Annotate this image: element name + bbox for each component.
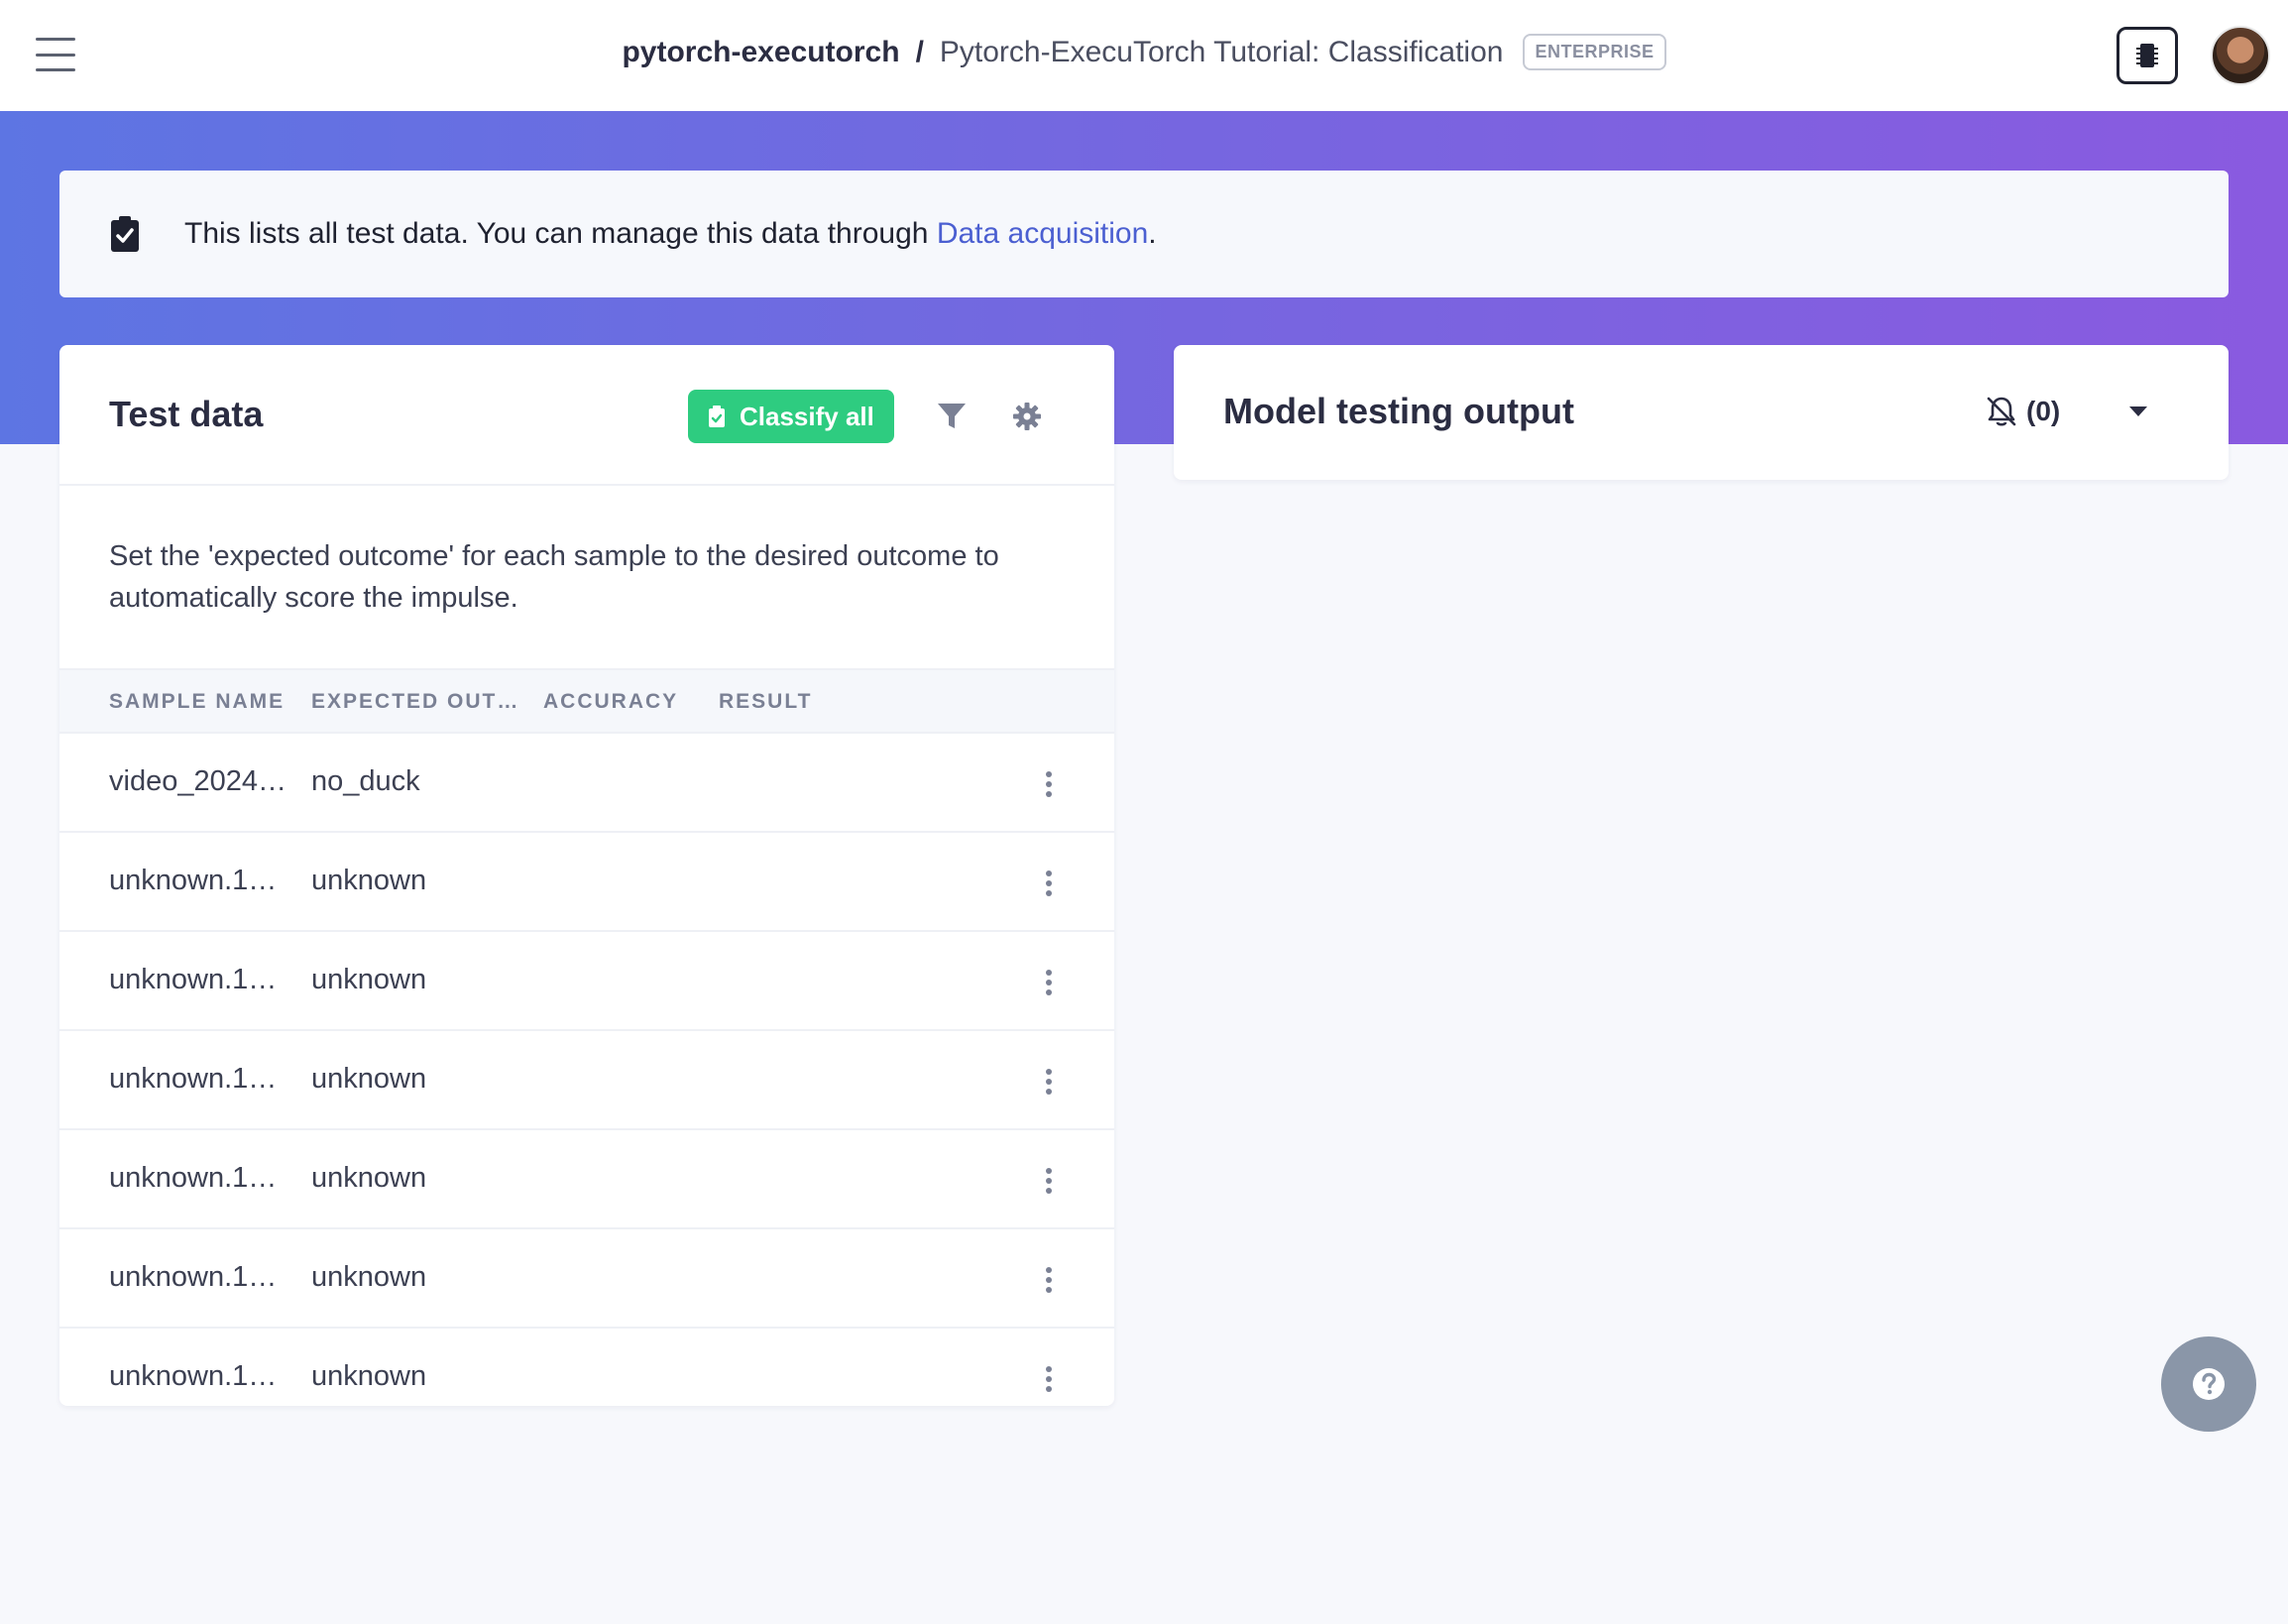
- filter-button[interactable]: [932, 397, 972, 436]
- notification-count: (0): [2026, 396, 2061, 426]
- sample-name: unknown.1…: [109, 1261, 278, 1293]
- table-row[interactable]: unknown.1… unknown: [59, 1229, 1114, 1329]
- more-vertical-icon[interactable]: [1039, 1065, 1059, 1099]
- breadcrumb: pytorch-executorch / Pytorch-ExecuTorch …: [0, 34, 2288, 70]
- test-data-card: Test data Classify all Set the 'expected…: [59, 345, 1114, 1406]
- table-row[interactable]: unknown.1… unknown: [59, 1329, 1114, 1406]
- column-header-sample-name[interactable]: SAMPLE NAME: [109, 690, 285, 714]
- bell-slash-icon: [1987, 397, 2016, 426]
- expected-outcome: unknown: [311, 1162, 427, 1194]
- more-vertical-icon[interactable]: [1039, 767, 1059, 801]
- help-icon: [2193, 1368, 2225, 1400]
- classify-all-label: Classify all: [740, 401, 874, 431]
- table-row[interactable]: unknown.1… unknown: [59, 932, 1114, 1031]
- table-row[interactable]: unknown.1… unknown: [59, 833, 1114, 932]
- model-testing-output-card: Model testing output (0): [1174, 345, 2229, 480]
- classify-all-button[interactable]: Classify all: [688, 390, 894, 443]
- sample-name: unknown.1…: [109, 1063, 278, 1095]
- filter-icon: [938, 404, 966, 428]
- help-button[interactable]: [2161, 1336, 2256, 1432]
- page-title: Pytorch-ExecuTorch Tutorial: Classificat…: [939, 35, 1504, 68]
- settings-button[interactable]: [1007, 397, 1047, 436]
- more-vertical-icon[interactable]: [1039, 966, 1059, 999]
- test-data-header: Test data Classify all: [59, 345, 1114, 486]
- enterprise-badge: ENTERPRISE: [1523, 34, 1666, 70]
- device-button[interactable]: [2116, 27, 2178, 84]
- more-vertical-icon[interactable]: [1039, 1164, 1059, 1198]
- table-row[interactable]: unknown.1… unknown: [59, 1031, 1114, 1130]
- column-header-result[interactable]: RESULT: [719, 690, 812, 714]
- info-suffix: .: [1148, 217, 1157, 250]
- top-bar: pytorch-executorch / Pytorch-ExecuTorch …: [0, 0, 2288, 111]
- expected-outcome: no_duck: [311, 765, 420, 797]
- sample-name: video_2024…: [109, 765, 286, 797]
- expected-outcome: unknown: [311, 1261, 427, 1293]
- more-vertical-icon[interactable]: [1039, 867, 1059, 900]
- avatar[interactable]: [2211, 26, 2270, 85]
- clipboard-check-icon: [709, 406, 725, 427]
- chip-icon: [2136, 44, 2158, 67]
- sample-name: unknown.1…: [109, 1360, 278, 1392]
- sample-name: unknown.1…: [109, 865, 278, 896]
- info-banner: This lists all test data. You can manage…: [59, 171, 2229, 297]
- notifications-toggle[interactable]: (0): [1985, 395, 2060, 428]
- breadcrumb-separator: /: [915, 35, 924, 68]
- model-testing-output-title: Model testing output: [1223, 391, 1574, 431]
- sample-name: unknown.1…: [109, 964, 278, 995]
- sample-name: unknown.1…: [109, 1162, 278, 1194]
- table-row[interactable]: unknown.1… unknown: [59, 1130, 1114, 1229]
- chevron-down-icon[interactable]: [2129, 406, 2147, 416]
- test-data-description: Set the 'expected outcome' for each samp…: [109, 540, 999, 614]
- table-header: SAMPLE NAME EXPECTED OUT… ACCURACY RESUL…: [59, 668, 1114, 734]
- expected-outcome: unknown: [311, 865, 427, 896]
- data-acquisition-link[interactable]: Data acquisition: [937, 217, 1148, 251]
- table-row[interactable]: video_2024… no_duck: [59, 734, 1114, 833]
- more-vertical-icon[interactable]: [1039, 1263, 1059, 1297]
- expected-outcome: unknown: [311, 1360, 427, 1392]
- clipboard-check-icon: [111, 216, 139, 252]
- test-data-title: Test data: [109, 394, 264, 434]
- column-header-expected-outcome[interactable]: EXPECTED OUT…: [311, 690, 519, 714]
- project-name[interactable]: pytorch-executorch: [622, 36, 899, 69]
- column-header-accuracy[interactable]: ACCURACY: [543, 690, 678, 714]
- more-vertical-icon[interactable]: [1039, 1362, 1059, 1396]
- expected-outcome: unknown: [311, 1063, 427, 1095]
- expected-outcome: unknown: [311, 964, 427, 995]
- gear-icon: [1013, 403, 1041, 430]
- info-text: This lists all test data. You can manage…: [184, 217, 929, 250]
